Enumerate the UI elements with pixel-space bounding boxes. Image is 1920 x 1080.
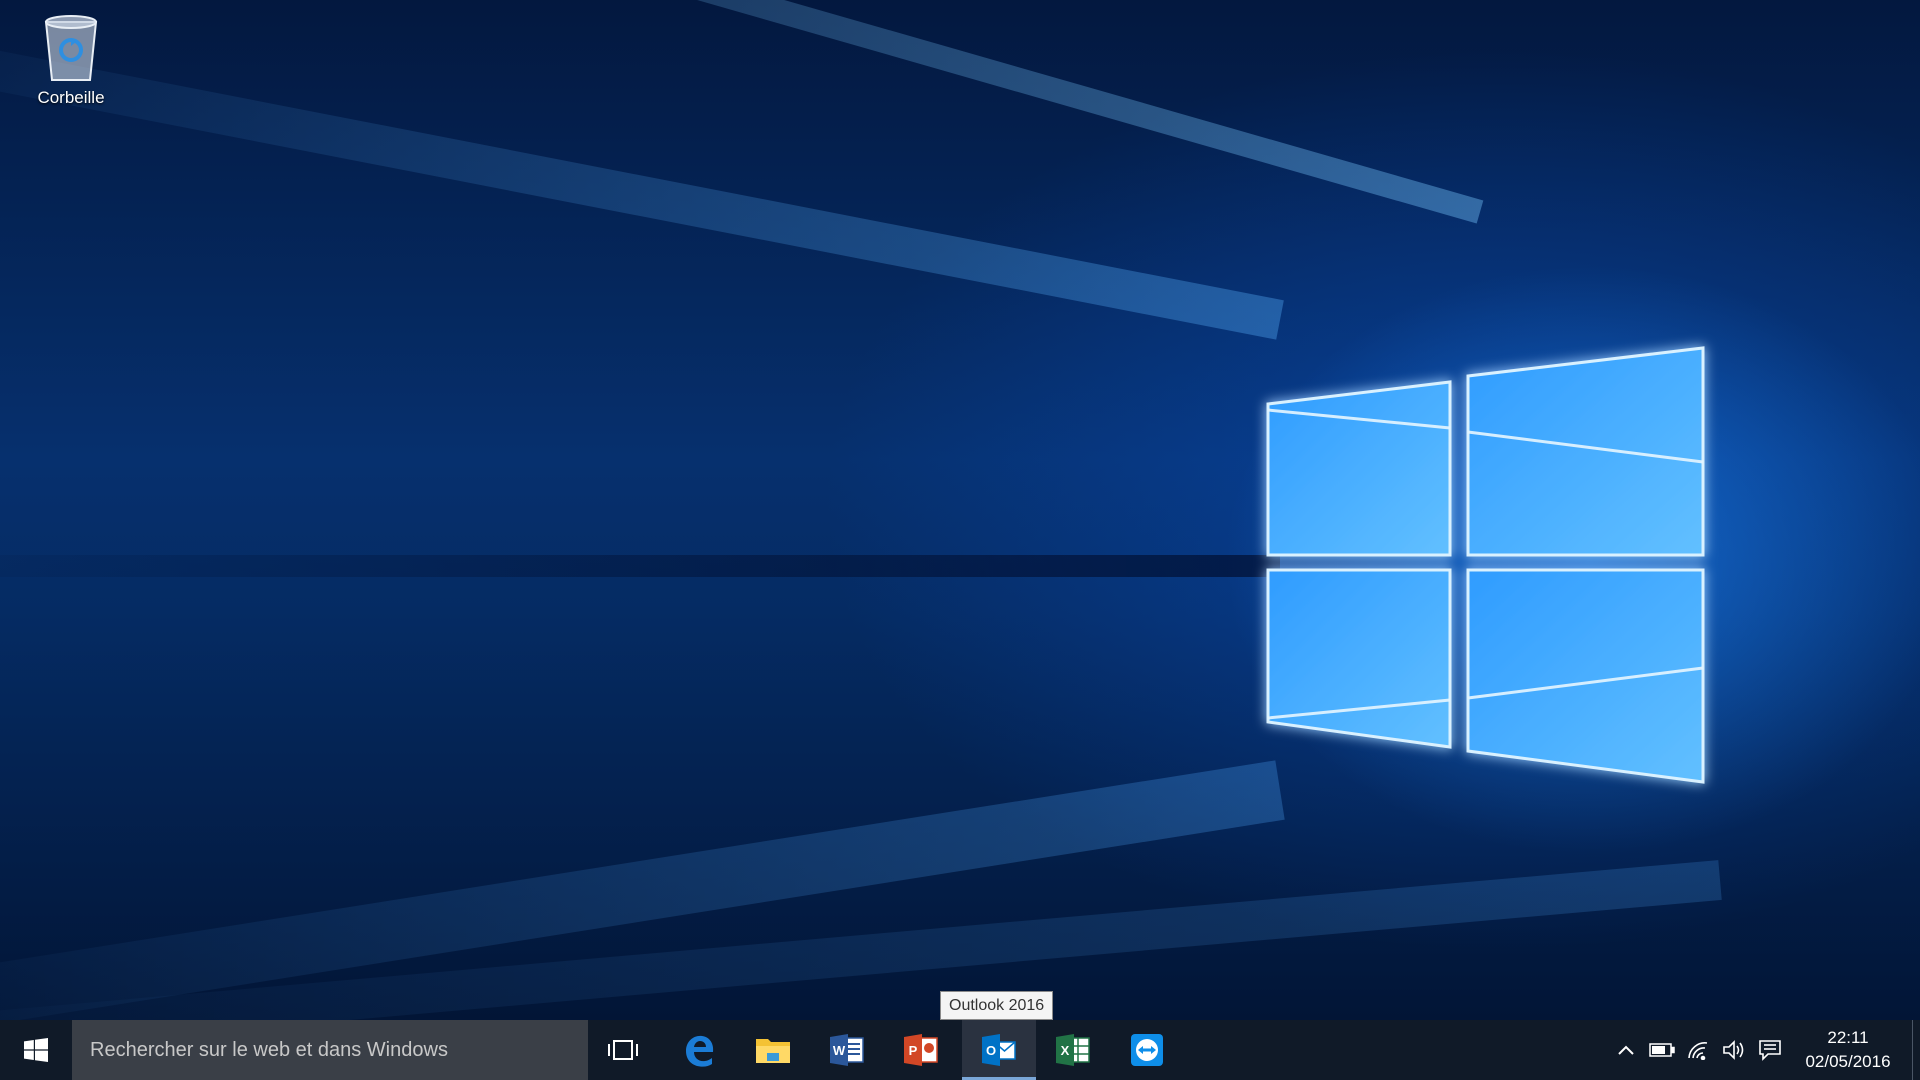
windows-logo-icon [24,1038,48,1062]
svg-text:X: X [1061,1043,1070,1058]
show-desktop-button[interactable] [1912,1020,1920,1080]
search-box[interactable]: Rechercher sur le web et dans Windows [72,1020,588,1080]
outlook-icon: O [982,1034,1016,1066]
taskbar-app-outlook[interactable]: O [962,1020,1036,1080]
svg-text:P: P [909,1043,918,1058]
battery-icon [1649,1043,1675,1057]
volume-icon [1723,1040,1744,1060]
task-view-button[interactable] [586,1020,660,1080]
desktop-wallpaper: Corbeille [0,0,1920,1020]
clock[interactable]: 22:11 02/05/2016 [1790,1020,1906,1080]
show-hidden-icons-button[interactable] [1608,1020,1644,1080]
taskbar-app-file-explorer[interactable] [736,1020,810,1080]
recycle-bin-label: Corbeille [37,88,105,107]
svg-text:W: W [833,1043,846,1058]
powerpoint-icon: P [904,1034,938,1066]
taskbar: Rechercher sur le web et dans Windows W … [0,1020,1920,1080]
edge-icon [686,1035,714,1067]
taskbar-app-excel[interactable]: X [1036,1020,1110,1080]
volume-button[interactable] [1716,1020,1752,1080]
battery-button[interactable] [1644,1020,1680,1080]
teamviewer-icon [1131,1034,1163,1066]
recycle-bin-icon [44,15,98,81]
taskbar-app-powerpoint[interactable]: P [884,1020,958,1080]
chevron-up-icon [1618,1045,1634,1055]
excel-icon: X [1056,1034,1090,1066]
taskbar-app-teamviewer[interactable] [1110,1020,1184,1080]
start-button[interactable] [0,1020,72,1080]
clock-time: 22:11 [1827,1028,1869,1047]
folder-icon [756,1039,790,1063]
desktop-icon-recycle-bin[interactable]: Corbeille [18,10,124,108]
taskbar-app-word[interactable]: W [810,1020,884,1080]
task-view-icon [608,1040,638,1060]
network-button[interactable] [1680,1020,1716,1080]
taskbar-app-edge[interactable] [662,1020,736,1080]
svg-text:O: O [986,1043,996,1058]
action-center-icon [1759,1040,1781,1061]
search-placeholder: Rechercher sur le web et dans Windows [90,1038,448,1061]
wifi-icon [1688,1042,1708,1060]
action-center-button[interactable] [1752,1020,1788,1080]
taskbar-tooltip: Outlook 2016 [940,991,1054,1020]
clock-date: 02/05/2016 [1805,1052,1891,1071]
windows-logo-wallpaper [1266,346,1705,784]
word-icon: W [830,1034,864,1066]
